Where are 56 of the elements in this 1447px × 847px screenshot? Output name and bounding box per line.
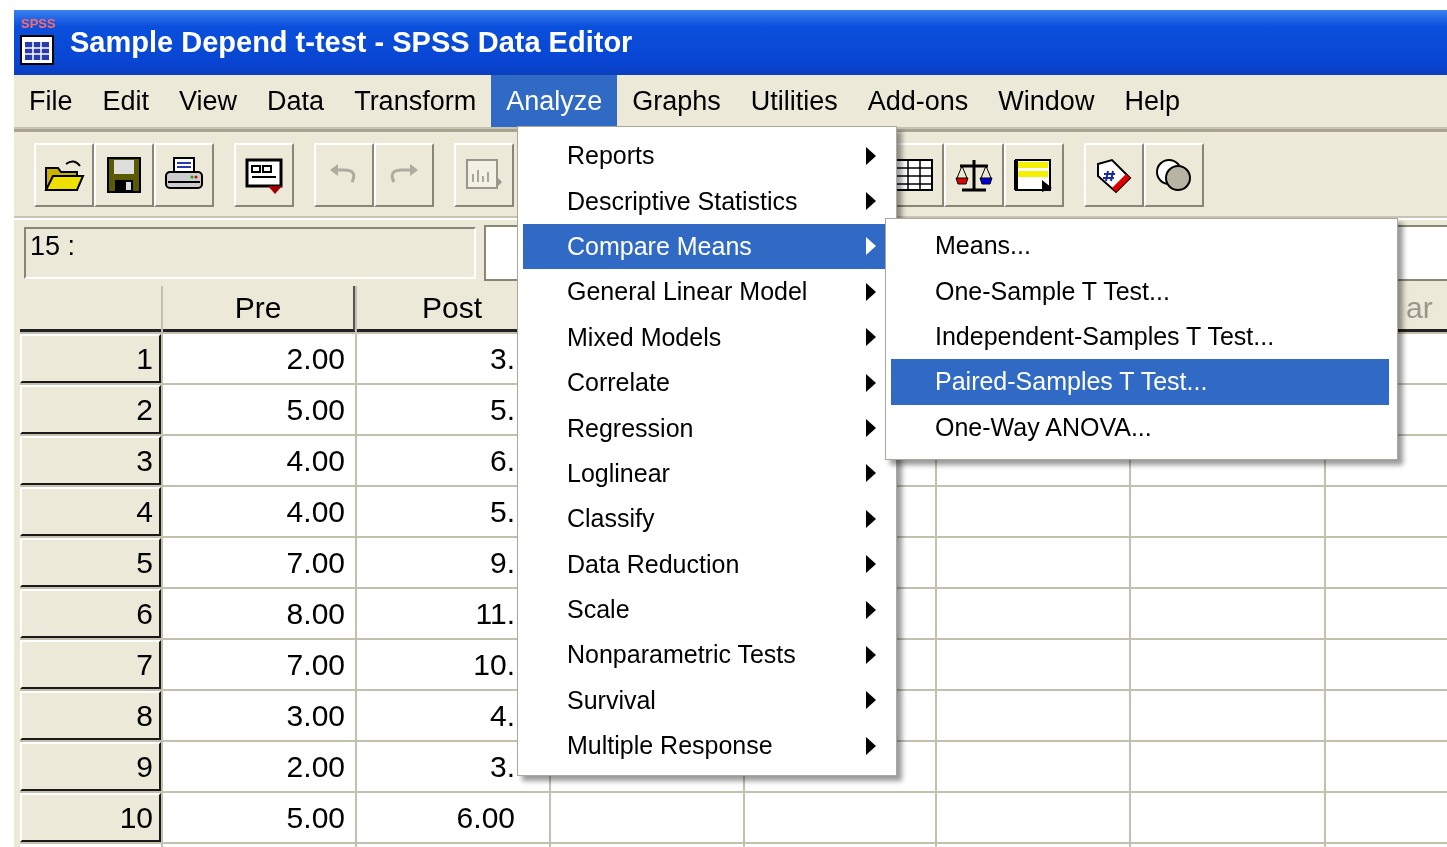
toolbar-button[interactable] xyxy=(154,143,214,207)
toolbar-button[interactable] xyxy=(1004,143,1064,207)
row-header[interactable]: 1 xyxy=(20,334,161,383)
row-header[interactable]: 9 xyxy=(20,742,161,791)
row-header[interactable]: 6 xyxy=(20,589,161,638)
menu-item[interactable]: Edit xyxy=(87,75,165,127)
menu-option-label: Reports xyxy=(567,141,656,171)
menu-option-label: Survival xyxy=(567,685,657,715)
toolbar-button[interactable] xyxy=(94,143,154,207)
row-header[interactable]: 3 xyxy=(20,436,161,485)
row-header[interactable]: 10 xyxy=(20,793,161,842)
menu-option-label: Nonparametric Tests xyxy=(567,640,797,670)
menu-item[interactable]: Graphs xyxy=(617,75,736,127)
menu-item[interactable]: Transform xyxy=(339,75,492,127)
row-header[interactable]: 2 xyxy=(20,385,161,434)
menu-option[interactable]: Means... xyxy=(891,223,1389,269)
menu-option[interactable]: Independent-Samples T Test... xyxy=(891,313,1389,360)
menu-item[interactable]: Utilities xyxy=(735,75,853,127)
menu-option-label: Descriptive Statistics xyxy=(567,186,799,216)
menu-item[interactable]: Window xyxy=(983,75,1110,127)
menu-option-label: Loglinear xyxy=(567,458,671,488)
app-logo-text: SPSS xyxy=(21,16,56,30)
column-header[interactable]: Pre xyxy=(163,286,355,332)
menu-option[interactable]: Compare Means xyxy=(523,223,888,270)
toolbar-button[interactable] xyxy=(944,143,1004,207)
toolbar-button[interactable] xyxy=(34,143,94,207)
menu-option[interactable]: One-Way ANOVA... xyxy=(891,404,1389,450)
menu-item[interactable]: File xyxy=(14,75,88,127)
spreadsheet-icon xyxy=(20,34,54,65)
menu-option-label: Data Reduction xyxy=(567,549,741,579)
window-title: Sample Depend t-test - SPSS Data Editor xyxy=(70,26,633,59)
menu-option-label: Correlate xyxy=(567,368,671,398)
menu-option-label: Classify xyxy=(567,504,656,534)
menu-option[interactable]: Paired-Samples T Test... xyxy=(891,359,1389,405)
row-header[interactable]: 4 xyxy=(20,487,161,536)
toolbar-button[interactable] xyxy=(1144,143,1204,207)
toolbar-button[interactable] xyxy=(1084,143,1144,207)
menu-option-label: Multiple Response xyxy=(567,731,774,761)
menu-option-label: Compare Means xyxy=(567,231,753,261)
menu-item[interactable]: Analyze xyxy=(491,75,618,127)
menu-option-label: Mixed Models xyxy=(567,322,723,352)
row-header[interactable]: 7 xyxy=(20,640,161,689)
menu-option-label: Scale xyxy=(567,595,631,625)
menu-item[interactable]: Help xyxy=(1109,75,1195,127)
toolbar-button[interactable] xyxy=(234,143,294,207)
menu-option[interactable]: One-Sample T Test... xyxy=(891,268,1389,314)
row-header[interactable]: 5 xyxy=(20,538,161,587)
row-header[interactable]: 8 xyxy=(20,691,161,740)
menu-item[interactable]: Data xyxy=(252,75,340,127)
menu-item[interactable]: View xyxy=(164,75,253,127)
menu-option-label: Regression xyxy=(567,413,695,443)
cell-reference-field[interactable]: 15 : xyxy=(24,227,476,279)
menu-option[interactable]: Reports xyxy=(523,133,888,179)
menu-item[interactable]: Add-ons xyxy=(852,75,984,127)
menu-option[interactable]: Descriptive Statistics xyxy=(523,178,888,224)
menu-option-label: General Linear Model xyxy=(567,277,809,307)
